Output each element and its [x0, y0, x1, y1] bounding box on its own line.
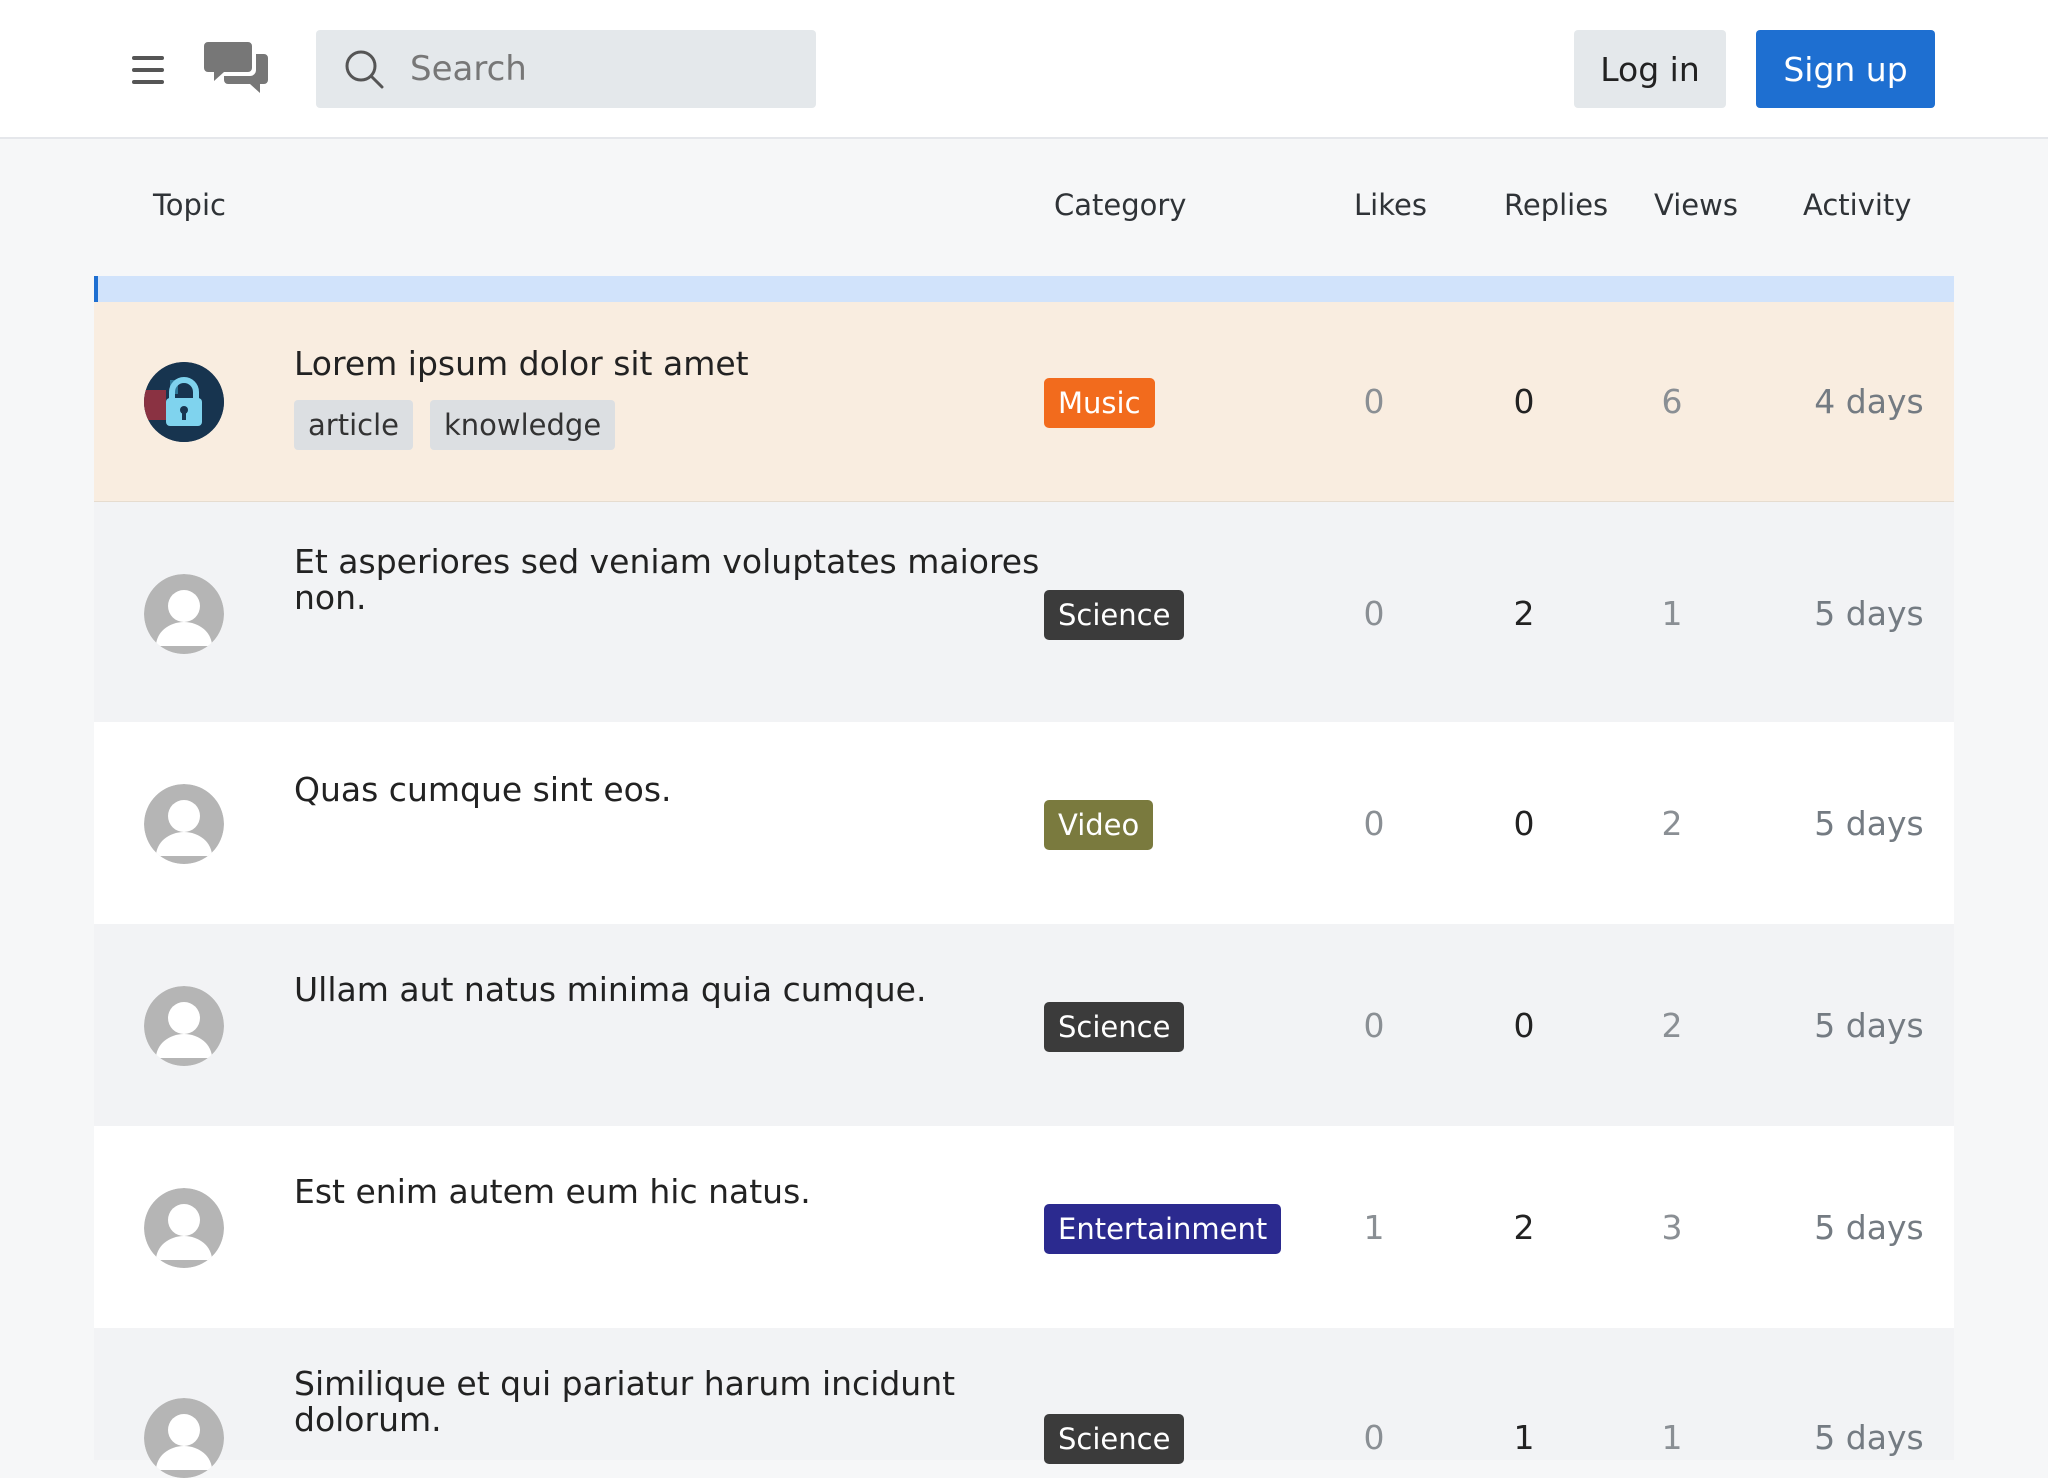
activity-time[interactable]: 5 days: [1754, 1418, 1984, 1457]
search-icon: [345, 50, 384, 89]
replies-count[interactable]: 2: [1484, 1208, 1564, 1247]
signup-button[interactable]: Sign up: [1756, 30, 1935, 108]
views-count: 3: [1661, 1208, 1683, 1247]
column-header-likes[interactable]: Likes: [1354, 188, 1427, 222]
topic-title[interactable]: Quas cumque sint eos.: [294, 772, 1054, 808]
site-header: Log in Sign up: [0, 0, 2048, 139]
category-badge[interactable]: Music: [1044, 378, 1155, 428]
new-topics-banner[interactable]: [94, 276, 1954, 302]
replies-count[interactable]: 0: [1484, 382, 1564, 421]
tag-knowledge[interactable]: knowledge: [429, 400, 616, 450]
tag-article[interactable]: article: [294, 400, 413, 450]
topic-row[interactable]: Similique et qui pariatur harum incidunt…: [94, 1328, 1954, 1478]
default-avatar-icon[interactable]: [144, 574, 224, 654]
default-avatar-icon[interactable]: [144, 1398, 224, 1478]
views-count: 1: [1661, 1418, 1683, 1457]
replies-count[interactable]: 1: [1484, 1418, 1564, 1457]
default-avatar-icon[interactable]: [144, 1188, 224, 1268]
category-badge[interactable]: Entertainment: [1044, 1204, 1282, 1254]
likes-count: 0: [1363, 594, 1385, 633]
likes-count: 0: [1363, 382, 1385, 421]
topic-title[interactable]: Similique et qui pariatur harum incidunt…: [294, 1366, 1054, 1438]
replies-count[interactable]: 0: [1484, 804, 1564, 843]
column-header-replies[interactable]: Replies: [1504, 188, 1608, 222]
topic-row[interactable]: Ullam aut natus minima quia cumque. Scie…: [94, 924, 1954, 1126]
column-header-activity[interactable]: Activity: [1803, 188, 1911, 222]
category-badge[interactable]: Science: [1044, 1414, 1185, 1464]
search-input[interactable]: [410, 30, 800, 108]
category-badge[interactable]: Science: [1044, 590, 1185, 640]
views-count: 1: [1661, 594, 1683, 633]
likes-count: 0: [1363, 1418, 1385, 1457]
likes-count: 0: [1363, 804, 1385, 843]
activity-time[interactable]: 4 days: [1754, 382, 1984, 421]
default-avatar-icon[interactable]: [144, 784, 224, 864]
topic-row[interactable]: Lorem ipsum dolor sit amet article knowl…: [94, 302, 1954, 502]
chat-bubbles-icon[interactable]: [204, 38, 270, 98]
lock-avatar-image[interactable]: [144, 362, 224, 442]
topic-tags: article knowledge: [294, 400, 616, 450]
topic-title[interactable]: Lorem ipsum dolor sit amet: [294, 346, 1054, 382]
activity-time[interactable]: 5 days: [1754, 594, 1984, 633]
replies-count[interactable]: 0: [1484, 1006, 1564, 1045]
topic-title[interactable]: Ullam aut natus minima quia cumque.: [294, 972, 1054, 1008]
topic-row[interactable]: Et asperiores sed veniam voluptates maio…: [94, 502, 1954, 722]
category-badge[interactable]: Science: [1044, 1002, 1185, 1052]
default-avatar-icon[interactable]: [144, 986, 224, 1066]
activity-time[interactable]: 5 days: [1754, 1208, 1984, 1247]
topic-title[interactable]: Est enim autem eum hic natus.: [294, 1174, 1054, 1210]
category-badge[interactable]: Video: [1044, 800, 1154, 850]
column-header-category[interactable]: Category: [1054, 188, 1186, 222]
column-header-views[interactable]: Views: [1654, 188, 1738, 222]
hamburger-menu-icon[interactable]: [132, 54, 168, 86]
login-button[interactable]: Log in: [1574, 30, 1726, 108]
topic-row[interactable]: Est enim autem eum hic natus. Entertainm…: [94, 1126, 1954, 1328]
search-box[interactable]: [316, 30, 816, 108]
topic-title[interactable]: Et asperiores sed veniam voluptates maio…: [294, 544, 1054, 616]
views-count: 6: [1661, 382, 1683, 421]
views-count: 2: [1661, 804, 1683, 843]
likes-count: 1: [1363, 1208, 1385, 1247]
column-header-topic[interactable]: Topic: [153, 188, 226, 222]
activity-time[interactable]: 5 days: [1754, 804, 1984, 843]
activity-time[interactable]: 5 days: [1754, 1006, 1984, 1045]
likes-count: 0: [1363, 1006, 1385, 1045]
views-count: 2: [1661, 1006, 1683, 1045]
topic-row[interactable]: Quas cumque sint eos. Video 0 0 2 5 days: [94, 722, 1954, 924]
replies-count[interactable]: 2: [1484, 594, 1564, 633]
